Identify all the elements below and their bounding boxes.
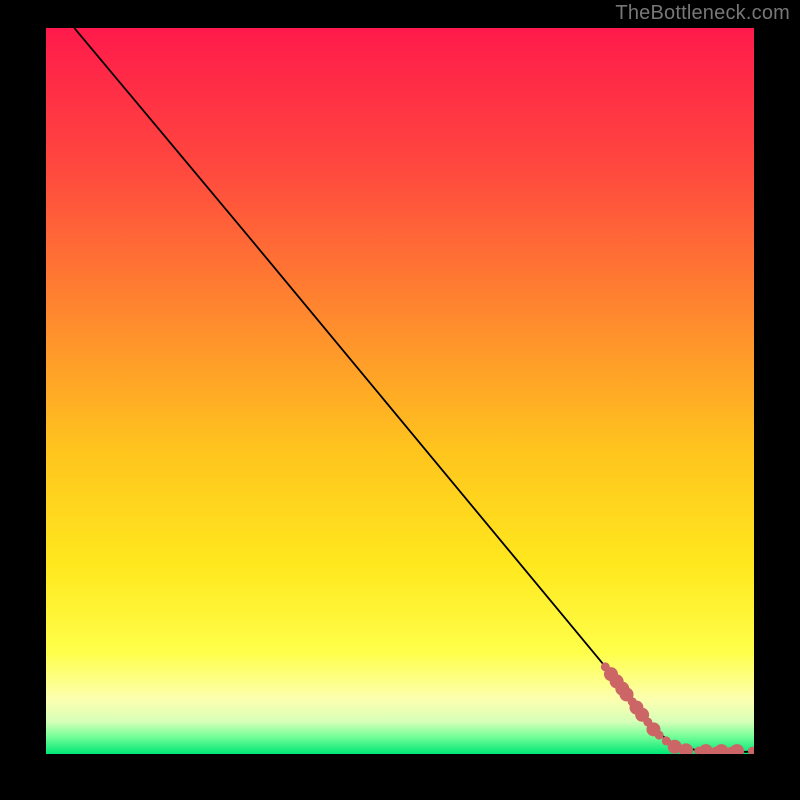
plot-area [46,28,754,754]
data-point [655,731,664,740]
watermark-text: TheBottleneck.com [615,2,790,25]
gradient-background [46,28,754,754]
chart-container: TheBottleneck.com [0,0,800,800]
chart-svg [46,28,754,754]
